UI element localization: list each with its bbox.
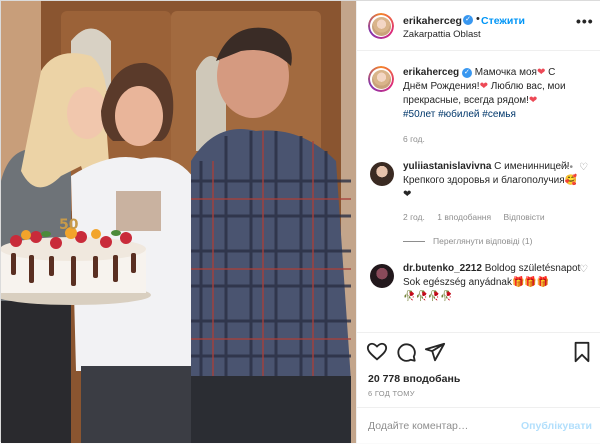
- comment-emoji: 🎁🎁🎁: [511, 277, 550, 288]
- comments-list[interactable]: erikaherceg ✓ Мамочка моя❤ С Днём Рожден…: [357, 52, 600, 332]
- publish-button[interactable]: Опублікувати: [521, 420, 592, 432]
- heart-emoji-icon: ❤: [528, 95, 538, 106]
- comment-like-heart-icon[interactable]: ♡: [579, 264, 588, 275]
- comment-time[interactable]: 2 год.: [403, 212, 425, 222]
- hashtag-link[interactable]: #семья: [482, 109, 516, 120]
- post-timestamp[interactable]: 6 ГОД ТОМУ: [368, 389, 415, 398]
- post-header: erikaherceg ✓ • Стежити Zakarpattia Obla…: [357, 1, 600, 51]
- comment-text: yuliiastanislavivna С именинницей! Крепк…: [403, 160, 581, 202]
- post-side-panel: erikaherceg ✓ • Стежити Zakarpattia Obla…: [356, 1, 600, 443]
- share-send-icon[interactable]: [424, 341, 446, 363]
- caption-avatar[interactable]: [368, 66, 394, 92]
- post-photo[interactable]: 50: [1, 1, 356, 443]
- author-avatar[interactable]: [368, 13, 394, 39]
- post-actions: 20 778 вподобань 6 ГОД ТОМУ Додайте коме…: [357, 332, 600, 443]
- comment-emoji-line-2: 🥀🥀🥀🥀: [403, 291, 453, 302]
- follow-button[interactable]: Стежити: [481, 15, 525, 27]
- comment-likes[interactable]: 1 вподобання: [437, 212, 491, 222]
- hashtag-link[interactable]: #50лет: [403, 109, 435, 120]
- comment-like-heart-icon[interactable]: ♡: [579, 162, 588, 173]
- add-comment-bar: Додайте коментар… Опублікувати: [357, 407, 600, 444]
- more-options-icon[interactable]: •••: [576, 13, 594, 29]
- hashtag-link[interactable]: #юбилей: [438, 109, 479, 120]
- view-replies-label: Переглянути відповіді (1): [433, 236, 533, 246]
- instagram-post-modal: 50 erikaherceg ✓ • Стежити Zakarpattia O…: [0, 0, 600, 443]
- comment-meta: 2 год. 1 вподобання Відповісти: [403, 212, 555, 222]
- caption-verified-icon: ✓: [461, 68, 472, 78]
- comment-text: dr.butenko_2212 Boldog születésnapot Sok…: [403, 262, 581, 304]
- comment-bubble-icon[interactable]: [395, 341, 417, 363]
- replies-line: [403, 241, 425, 243]
- bookmark-save-icon[interactable]: [571, 341, 593, 363]
- like-heart-icon[interactable]: [366, 341, 388, 363]
- caption-time[interactable]: 6 год.: [403, 134, 425, 144]
- comment-input[interactable]: Додайте коментар…: [368, 420, 468, 432]
- likes-count[interactable]: 20 778 вподобань: [368, 373, 460, 385]
- commenter-avatar[interactable]: [370, 162, 394, 186]
- reply-button[interactable]: Відповісти: [503, 212, 544, 222]
- comment-author[interactable]: yuliiastanislavivna: [403, 161, 491, 172]
- commenter-avatar[interactable]: [370, 264, 394, 288]
- hashtags: #50лет #юбилей #семья: [403, 108, 581, 122]
- caption-author[interactable]: erikaherceg: [403, 67, 459, 78]
- verified-badge-icon: ✓: [463, 15, 473, 25]
- author-username[interactable]: erikaherceg: [403, 15, 462, 27]
- comment-author[interactable]: dr.butenko_2212: [403, 263, 482, 274]
- heart-emoji-icon: ❤: [479, 81, 488, 92]
- post-location[interactable]: Zakarpattia Oblast: [403, 29, 481, 40]
- caption-meta: 6 год.: [403, 134, 435, 144]
- view-replies-button[interactable]: Переглянути відповіді (1): [403, 236, 532, 246]
- separator-dot: •: [476, 13, 480, 25]
- comment-options-icon[interactable]: •••: [560, 162, 574, 173]
- cake-topper-number: 50: [59, 217, 79, 233]
- caption-text-1: Мамочка моя: [474, 67, 537, 78]
- caption-text: erikaherceg ✓ Мамочка моя❤ С Днём Рожден…: [403, 66, 581, 122]
- family-photo-illustration: 50: [1, 1, 356, 443]
